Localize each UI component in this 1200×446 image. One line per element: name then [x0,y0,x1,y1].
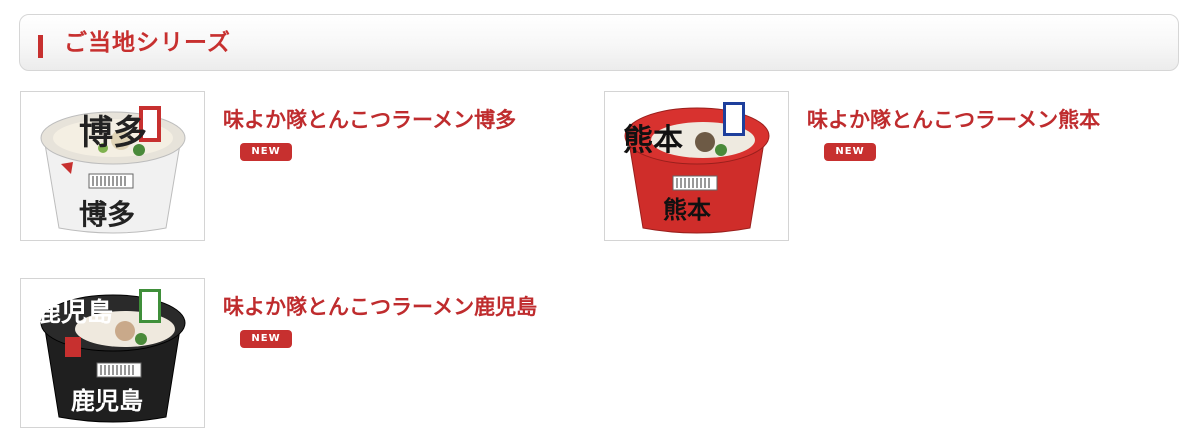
cup-label-hakata-lower: 博多 [79,198,135,231]
product-card-hakata: 博多 博多 味よか隊とんこつラーメン博多 NEW [20,91,580,243]
ramen-cup-hakata-icon: 博多 博多 [21,92,204,240]
product-card-kumamoto: 熊本 熊本 味よか隊とんこつラーメン熊本 NEW [604,91,1164,243]
new-badge: NEW [240,330,292,348]
product-image-kagoshima[interactable]: 鹿児島 鹿児島 [20,278,205,428]
product-name-kumamoto[interactable]: 味よか隊とんこつラーメン熊本 [807,105,1100,135]
cup-label-kumamoto: 熊本 [623,123,683,158]
product-card-kagoshima: 鹿児島 鹿児島 味よか隊とんこつラーメン鹿児島 NEW [20,278,580,430]
product-name-hakata[interactable]: 味よか隊とんこつラーメン博多 [223,105,516,135]
cup-label-kagoshima: 鹿児島 [35,297,113,328]
new-badge: NEW [240,143,292,161]
product-name-kagoshima[interactable]: 味よか隊とんこつラーメン鹿児島 [223,292,537,322]
ramen-cup-kagoshima-icon: 鹿児島 鹿児島 [21,279,204,427]
ramen-cup-kumamoto-icon: 熊本 熊本 [605,92,788,240]
product-image-hakata[interactable]: 博多 博多 [20,91,205,241]
cup-label-hakata: 博多 [79,113,147,153]
cup-label-kagoshima-lower: 鹿児島 [71,386,143,415]
cup-label-kumamoto-lower: 熊本 [663,195,711,224]
section-header: ご当地シリーズ [19,14,1179,71]
new-badge: NEW [824,143,876,161]
product-image-kumamoto[interactable]: 熊本 熊本 [604,91,789,241]
section-header-accent-bar [38,35,43,58]
section-title: ご当地シリーズ [64,30,231,56]
